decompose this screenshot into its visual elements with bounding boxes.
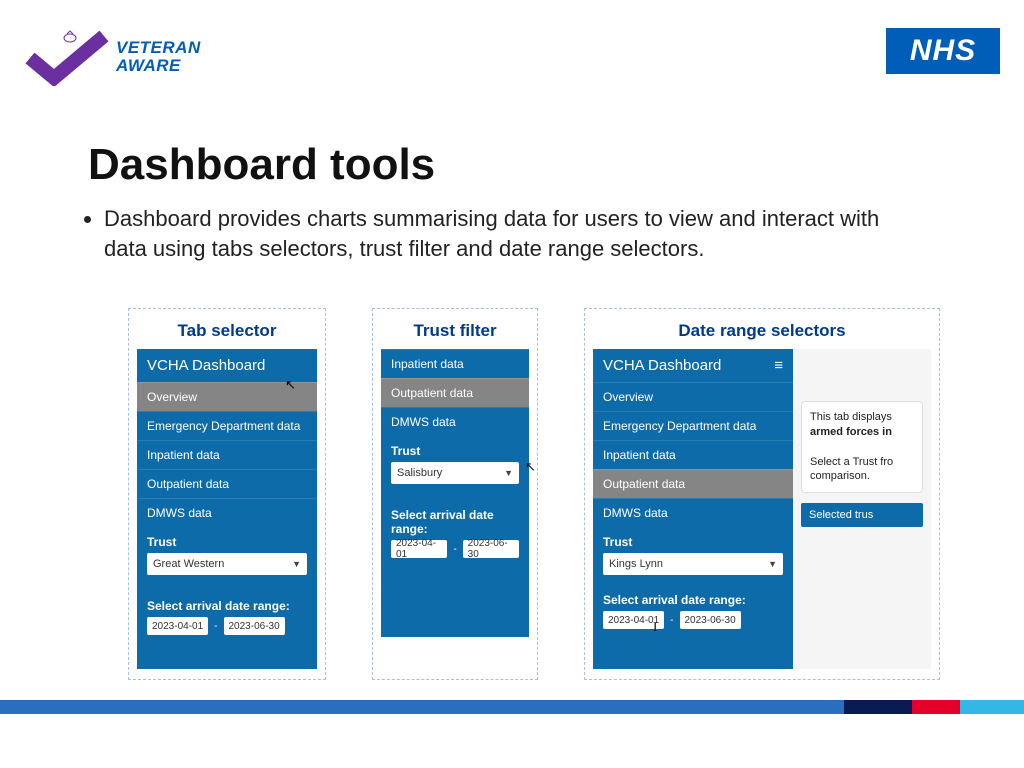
date-range: 2023-04-01 - 2023-06-30: [147, 617, 307, 635]
panel-tab-selector: Tab selector VCHA Dashboard Overview Eme…: [128, 308, 326, 680]
tab-overview[interactable]: Overview: [593, 382, 793, 411]
tab-dmws[interactable]: DMWS data: [593, 498, 793, 527]
date-range: 2023-04-01 - 2023-06-30: [391, 540, 519, 558]
tab-inpatient[interactable]: Inpatient data: [137, 440, 317, 469]
date-to-input[interactable]: 2023-06-30: [224, 617, 285, 635]
hamburger-icon[interactable]: ≡: [774, 357, 783, 374]
dashboard-title: VCHA Dashboard: [137, 349, 317, 382]
footer-seg-cyan: [960, 700, 1024, 714]
trust-select-value: Kings Lynn: [609, 558, 663, 570]
tab-dmws[interactable]: DMWS data: [381, 407, 529, 436]
date-from-input[interactable]: 2023-04-01: [147, 617, 208, 635]
page-title: Dashboard tools: [88, 140, 435, 190]
tab-outpatient[interactable]: Outpatient data: [381, 378, 529, 407]
trust-label: Trust: [593, 527, 793, 553]
bullet-list: Dashboard provides charts summarising da…: [78, 204, 898, 263]
date-range-label: Select arrival date range:: [593, 583, 793, 611]
panel-title: Trust filter: [413, 321, 496, 341]
veteran-text-line1: VETERAN: [116, 39, 201, 57]
tab-emergency-department[interactable]: Emergency Department data: [137, 411, 317, 440]
trust-label: Trust: [137, 527, 317, 553]
trust-select[interactable]: Kings Lynn ▼: [603, 553, 783, 575]
panel-title: Tab selector: [178, 321, 277, 341]
trust-select-value: Great Western: [153, 558, 224, 570]
trust-label: Trust: [381, 436, 529, 462]
date-from-input[interactable]: 2023-04-01: [603, 611, 664, 629]
tab-outpatient[interactable]: Outpatient data: [137, 469, 317, 498]
bullet-item: Dashboard provides charts summarising da…: [104, 204, 898, 263]
trust-select[interactable]: Salisbury ▼: [391, 462, 519, 484]
dashboard-sidebar: VCHA Dashboard Overview Emergency Depart…: [137, 349, 317, 669]
date-from-input[interactable]: 2023-04-01: [391, 540, 447, 558]
nhs-logo: NHS: [886, 28, 1000, 74]
footer-bar: [0, 700, 1024, 714]
date-range-label: Select arrival date range:: [381, 492, 529, 540]
panel-title: Date range selectors: [678, 321, 845, 341]
date-separator: -: [664, 615, 679, 626]
nhs-logo-text: NHS: [910, 34, 976, 68]
date-to-input[interactable]: 2023-06-30: [680, 611, 741, 629]
panel-trust-filter: Trust filter Inpatient data Outpatient d…: [372, 308, 538, 680]
date-range-label: Select arrival date range:: [137, 583, 317, 617]
checkmark-icon: [24, 28, 110, 86]
veteran-text-line2: AWARE: [116, 57, 201, 75]
dashboard-sidebar: Inpatient data Outpatient data DMWS data…: [381, 349, 529, 637]
tab-emergency-department[interactable]: Emergency Department data: [593, 411, 793, 440]
tab-inpatient[interactable]: Inpatient data: [593, 440, 793, 469]
date-separator: -: [208, 621, 223, 632]
veteran-aware-logo: VETERAN AWARE: [24, 28, 201, 86]
panel-date-range: Date range selectors VCHA Dashboard ≡ Ov…: [584, 308, 940, 680]
footer-seg-blue: [0, 700, 844, 714]
footer-seg-red: [912, 700, 960, 714]
content-card: This tab displays armed forces in Select…: [801, 401, 923, 493]
chevron-down-icon: ▼: [292, 559, 301, 569]
tab-outpatient[interactable]: Outpatient data: [593, 469, 793, 498]
trust-select[interactable]: Great Western ▼: [147, 553, 307, 575]
date-range: 2023-04-01 - 2023-06-30: [603, 611, 783, 629]
chevron-down-icon: ▼: [768, 559, 777, 569]
chevron-down-icon: ▼: [504, 468, 513, 478]
selected-trust-bar: Selected trus: [801, 503, 923, 527]
content-preview: This tab displays armed forces in Select…: [793, 349, 931, 669]
footer-seg-navy: [844, 700, 912, 714]
date-separator: -: [447, 544, 462, 555]
tab-inpatient[interactable]: Inpatient data: [381, 349, 529, 378]
tab-dmws[interactable]: DMWS data: [137, 498, 317, 527]
dashboard-title: VCHA Dashboard ≡: [593, 349, 793, 382]
trust-select-value: Salisbury: [397, 467, 442, 479]
tab-overview[interactable]: Overview: [137, 382, 317, 411]
date-to-input[interactable]: 2023-06-30: [463, 540, 519, 558]
dashboard-sidebar: VCHA Dashboard ≡ Overview Emergency Depa…: [593, 349, 793, 669]
